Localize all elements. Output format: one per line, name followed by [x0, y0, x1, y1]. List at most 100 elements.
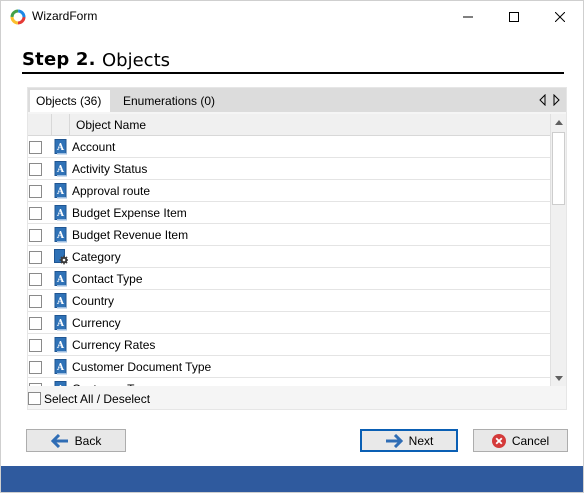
- document-a-icon: A: [54, 161, 68, 177]
- row-checkbox[interactable]: [29, 251, 42, 264]
- cancel-circle-icon: [491, 433, 506, 448]
- svg-text:A: A: [56, 363, 65, 373]
- table-row[interactable]: Category: [28, 246, 550, 268]
- document-a-icon: A: [54, 315, 68, 331]
- row-checkbox[interactable]: [29, 339, 42, 352]
- column-header-object-name[interactable]: Object Name: [76, 118, 146, 132]
- row-object-name: Budget Expense Item: [72, 206, 187, 220]
- table-row[interactable]: A Approval route: [28, 180, 550, 202]
- table-row[interactable]: A Customer Document Type: [28, 356, 550, 378]
- scroll-thumb[interactable]: [552, 132, 565, 205]
- window-title: WizardForm: [32, 9, 98, 23]
- row-object-name: Customer Type: [72, 382, 153, 386]
- vertical-scrollbar[interactable]: [550, 114, 566, 386]
- cancel-button[interactable]: Cancel: [473, 429, 568, 452]
- scroll-down-icon: [555, 375, 563, 381]
- svg-text:A: A: [56, 275, 65, 285]
- table-row[interactable]: A Activity Status: [28, 158, 550, 180]
- title-bar[interactable]: WizardForm: [1, 1, 583, 32]
- document-a-icon: A: [54, 227, 68, 243]
- objects-grid: Object Name A Account A Activity Status A App…: [28, 114, 566, 386]
- row-checkbox[interactable]: [29, 273, 42, 286]
- row-object-name: Category: [72, 250, 121, 264]
- document-a-icon: A: [54, 293, 68, 309]
- objects-panel: Objects (36) Enumerations (0) Object Nam…: [27, 87, 567, 410]
- row-checkbox[interactable]: [29, 383, 42, 386]
- arrow-left-icon: [50, 433, 69, 448]
- step-number: Step 2.: [22, 49, 96, 70]
- svg-text:A: A: [56, 297, 65, 307]
- heading-divider: [22, 72, 564, 74]
- svg-text:A: A: [56, 187, 65, 197]
- close-button[interactable]: [537, 1, 583, 32]
- svg-text:A: A: [56, 319, 65, 329]
- row-object-name: Currency Rates: [72, 338, 156, 352]
- arrow-right-icon: [385, 433, 403, 448]
- table-row[interactable]: A Currency: [28, 312, 550, 334]
- row-checkbox[interactable]: [29, 163, 42, 176]
- tab-enumerations[interactable]: Enumerations (0): [117, 90, 221, 112]
- grid-header: Object Name: [28, 114, 550, 136]
- row-checkbox[interactable]: [29, 185, 42, 198]
- table-row[interactable]: A Currency Rates: [28, 334, 550, 356]
- document-a-icon: A: [54, 205, 68, 221]
- select-all-checkbox[interactable]: [28, 392, 41, 405]
- app-logo-icon: [10, 9, 26, 25]
- document-a-icon: A: [54, 271, 68, 287]
- table-row[interactable]: A Customer Type: [28, 378, 550, 386]
- close-icon: [555, 11, 565, 22]
- svg-text:A: A: [56, 231, 65, 241]
- minimize-button[interactable]: [445, 1, 491, 32]
- table-row[interactable]: A Budget Expense Item: [28, 202, 550, 224]
- table-row[interactable]: A Contact Type: [28, 268, 550, 290]
- book-gear-icon: [54, 249, 68, 265]
- row-checkbox[interactable]: [29, 295, 42, 308]
- svg-text:A: A: [56, 209, 65, 219]
- svg-text:A: A: [56, 385, 65, 386]
- row-object-name: Country: [72, 294, 115, 308]
- header-icon-column: [52, 114, 70, 136]
- svg-text:A: A: [56, 165, 65, 175]
- table-row[interactable]: A Country: [28, 290, 550, 312]
- document-a-icon: A: [54, 183, 68, 199]
- table-row[interactable]: A Account: [28, 136, 550, 158]
- row-checkbox[interactable]: [29, 229, 42, 242]
- tab-scroll-right-icon[interactable]: [551, 94, 561, 106]
- row-checkbox[interactable]: [29, 141, 42, 154]
- scroll-down-button[interactable]: [551, 370, 566, 386]
- row-object-name: Customer Document Type: [72, 360, 212, 374]
- back-button[interactable]: Back: [26, 429, 126, 452]
- row-object-name: Approval route: [72, 184, 151, 198]
- tab-scroll-left-icon[interactable]: [538, 94, 548, 106]
- svg-text:A: A: [56, 341, 65, 351]
- row-object-name: Currency: [72, 316, 121, 330]
- back-button-label: Back: [74, 433, 102, 448]
- footer-bar: [1, 466, 583, 492]
- step-heading: Step 2. Objects: [22, 49, 170, 71]
- row-checkbox[interactable]: [29, 361, 42, 374]
- scroll-up-icon: [555, 119, 563, 125]
- document-a-icon: A: [54, 359, 68, 375]
- row-object-name: Contact Type: [72, 272, 143, 286]
- tab-objects[interactable]: Objects (36): [30, 90, 110, 112]
- minimize-icon: [463, 16, 473, 17]
- document-a-icon: A: [54, 337, 68, 353]
- document-a-icon: A: [54, 139, 68, 155]
- next-button[interactable]: Next: [360, 429, 458, 452]
- wizard-window: WizardForm Step 2. Objects Objects (36) …: [0, 0, 584, 493]
- svg-text:A: A: [56, 143, 65, 153]
- row-checkbox[interactable]: [29, 317, 42, 330]
- header-check-column: [28, 114, 52, 136]
- document-a-icon: A: [54, 381, 68, 386]
- maximize-button[interactable]: [491, 1, 537, 32]
- maximize-icon: [509, 11, 519, 22]
- row-object-name: Activity Status: [72, 162, 148, 176]
- tab-strip: Objects (36) Enumerations (0): [28, 88, 566, 112]
- table-row[interactable]: A Budget Revenue Item: [28, 224, 550, 246]
- scroll-up-button[interactable]: [551, 114, 566, 130]
- next-button-label: Next: [408, 433, 434, 448]
- row-checkbox[interactable]: [29, 207, 42, 220]
- cancel-button-label: Cancel: [511, 433, 550, 448]
- row-object-name: Account: [72, 140, 116, 154]
- step-title: Objects: [102, 50, 171, 71]
